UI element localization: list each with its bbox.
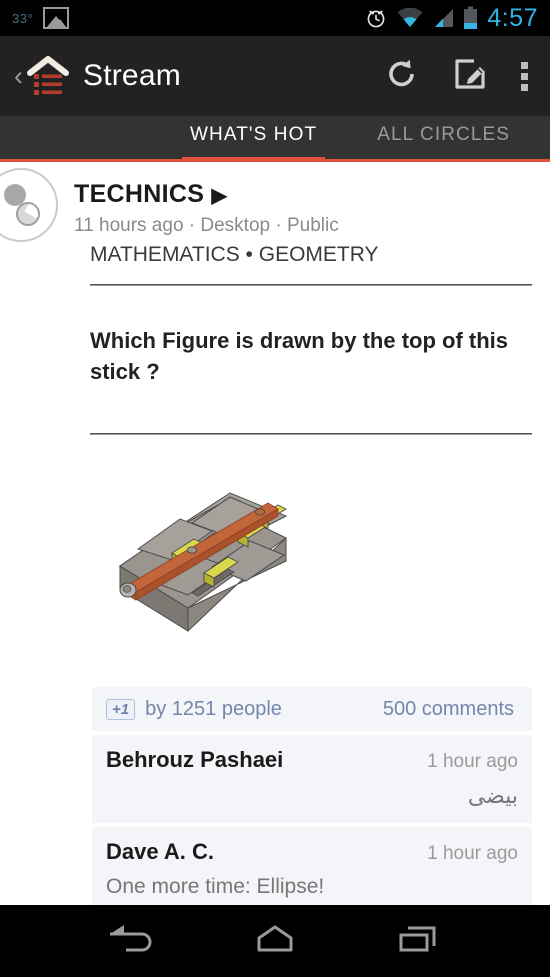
comment-timestamp: 1 hour ago (427, 751, 518, 773)
alarm-clock-icon (367, 10, 385, 28)
cad-drawing-slotted-block-with-rod (108, 471, 298, 641)
comment-text: بیضی (467, 783, 518, 809)
cell-signal-icon (435, 9, 454, 27)
post-header: TECHNICS ▶ 11 hours ago · Desktop · Publ… (0, 162, 550, 242)
refresh-icon[interactable] (385, 57, 419, 96)
overflow-menu-icon[interactable] (521, 61, 528, 91)
post-card: TECHNICS ▶ 11 hours ago · Desktop · Publ… (0, 162, 550, 914)
post-interaction-bar: +1 by 1251 people 500 comments (92, 687, 532, 732)
comments-count-link[interactable]: 500 comments (383, 698, 518, 721)
compose-icon[interactable] (453, 57, 487, 96)
page-title: Stream (83, 59, 181, 92)
back-chevron-icon[interactable]: ‹ (14, 62, 23, 90)
avatar-shape-pie (16, 202, 40, 226)
tab-whats-hot[interactable]: WHAT'S HOT (182, 124, 326, 162)
comment-text: One more time: Ellipse! (106, 875, 325, 899)
status-bar: 33° 4:57 (0, 0, 550, 36)
plusone-count-label: by 1251 people (145, 697, 282, 720)
action-bar-buttons (385, 57, 536, 96)
image-icon (43, 7, 70, 29)
tab-all-circles-label: ALL CIRCLES (377, 124, 511, 145)
system-navigation-bar (0, 905, 550, 977)
status-bar-right: 4:57 (364, 3, 538, 32)
comment-item[interactable]: Behrouz Pashaei 1 hour ago بیضی (92, 735, 532, 824)
nav-home-icon[interactable] (247, 922, 303, 961)
tab-whats-hot-label: WHAT'S HOT (190, 124, 318, 145)
wifi-icon (397, 8, 423, 27)
comment-author: Behrouz Pashaei (106, 747, 284, 773)
post-divider-bottom: ———————————————————————— (90, 421, 532, 445)
action-bar: ‹ Stream (0, 36, 550, 116)
comment-timestamp: 1 hour ago (427, 843, 518, 865)
nav-recents-icon[interactable] (390, 922, 446, 961)
post-metadata: 11 hours ago · Desktop · Public (74, 215, 339, 236)
battery-icon (464, 6, 478, 29)
google-plus-stream-icon[interactable] (25, 53, 71, 99)
clock: 4:57 (487, 3, 538, 32)
plusone-badge[interactable]: +1 (106, 698, 136, 720)
temperature-indicator: 33° (12, 10, 34, 26)
plusone-group[interactable]: +1 by 1251 people (106, 698, 282, 721)
post-body: MATHEMATICS • GEOMETRY —————————————————… (0, 234, 550, 445)
comment-author: Dave A. C. (106, 839, 215, 865)
nav-back-icon[interactable] (104, 922, 160, 961)
post-attached-image[interactable] (0, 445, 550, 671)
status-bar-left: 33° (12, 7, 70, 29)
post-category: MATHEMATICS • GEOMETRY (90, 243, 379, 266)
comment-item[interactable]: Dave A. C. 1 hour ago One more time: Ell… (92, 827, 532, 914)
play-caret-icon: ▶ (211, 185, 228, 207)
tab-all-circles[interactable]: ALL CIRCLES (377, 124, 510, 154)
avatar[interactable] (0, 168, 58, 242)
post-divider-top: ———————————————————————— (90, 272, 532, 296)
phone-screen: 33° 4:57 ‹ Stream WHAT'S HOT ALL CIRCLES… (0, 0, 550, 977)
post-author[interactable]: TECHNICS ▶ (74, 180, 339, 209)
tab-bar: WHAT'S HOT ALL CIRCLES (0, 116, 550, 162)
post-question: Which Figure is drawn by the top of this… (90, 328, 508, 384)
post-author-name: TECHNICS (74, 180, 205, 208)
